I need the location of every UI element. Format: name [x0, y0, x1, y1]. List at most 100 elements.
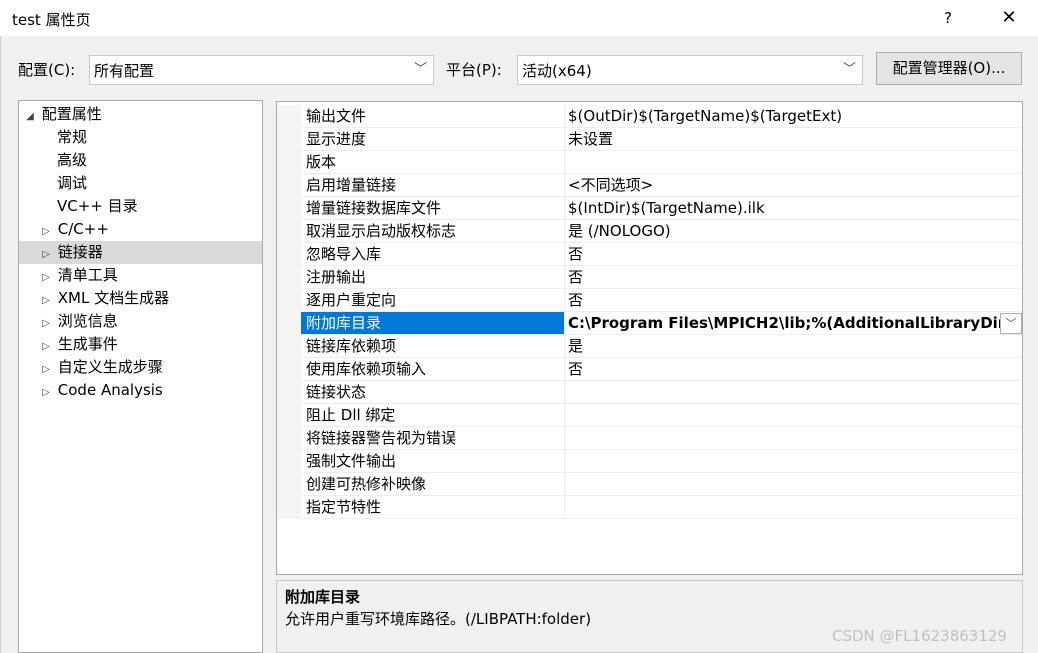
tree-item-browse-info[interactable]: ▷ 浏览信息: [19, 310, 262, 333]
property-row[interactable]: 链接状态: [277, 381, 1022, 404]
property-name: 阻止 Dll 绑定: [301, 404, 565, 427]
property-value[interactable]: [565, 473, 1022, 496]
window-title: test 属性页: [12, 11, 91, 29]
config-select[interactable]: 所有配置 ﹀: [89, 55, 434, 85]
tree-item-label: Code Analysis: [57, 381, 163, 399]
tree-item-label: 高级: [57, 151, 88, 169]
chevron-down-icon: ﹀: [413, 62, 427, 77]
description-text: 允许用户重写环境库路径。(/LIBPATH:folder): [285, 610, 592, 628]
property-name: 链接库依赖项: [301, 335, 565, 358]
watermark: CSDN @FL1623863129: [832, 627, 1007, 645]
property-name: 强制文件输出: [301, 450, 565, 473]
property-row[interactable]: 创建可热修补映像: [277, 473, 1022, 496]
property-row[interactable]: 启用增量链接 <不同选项>: [277, 174, 1022, 197]
chevron-down-icon: ﹀: [842, 62, 856, 77]
close-icon[interactable]: ✕: [996, 7, 1022, 31]
tree-item-build-events[interactable]: ▷ 生成事件: [19, 333, 262, 356]
property-value[interactable]: 否: [565, 243, 1022, 266]
property-value[interactable]: C:\Program Files\MPICH2\lib;%(Additional…: [565, 312, 1022, 335]
property-value[interactable]: [565, 381, 1022, 404]
property-value[interactable]: [565, 496, 1022, 519]
expand-icon[interactable]: ▷: [39, 335, 53, 358]
tree-item-code-analysis[interactable]: ▷ Code Analysis: [19, 379, 262, 402]
platform-select-value: 活动(x64): [522, 62, 592, 80]
property-value[interactable]: $(OutDir)$(TargetName)$(TargetExt): [565, 105, 1022, 128]
tree-item-general[interactable]: 常规: [19, 126, 262, 149]
property-row-selected[interactable]: 附加库目录 C:\Program Files\MPICH2\lib;%(Addi…: [277, 312, 1022, 335]
property-row[interactable]: 将链接器警告视为错误: [277, 427, 1022, 450]
tree-item-label: 常规: [57, 128, 88, 146]
property-row[interactable]: 输出文件 $(OutDir)$(TargetName)$(TargetExt): [277, 105, 1022, 128]
property-name: 版本: [301, 151, 565, 174]
property-row[interactable]: 逐用户重定向 否: [277, 289, 1022, 312]
property-row[interactable]: 增量链接数据库文件 $(IntDir)$(TargetName).ilk: [277, 197, 1022, 220]
property-name: 注册输出: [301, 266, 565, 289]
platform-label: 平台(P):: [446, 61, 502, 79]
property-name: 逐用户重定向: [301, 289, 565, 312]
tree-item-label: 生成事件: [57, 335, 118, 353]
property-value[interactable]: <不同选项>: [565, 174, 1022, 197]
property-value[interactable]: 是 (/NOLOGO): [565, 220, 1022, 243]
property-value[interactable]: [565, 450, 1022, 473]
config-select-value: 所有配置: [94, 62, 155, 80]
tree-item-advanced[interactable]: 高级: [19, 149, 262, 172]
expand-icon[interactable]: ▷: [39, 289, 53, 312]
property-row[interactable]: 注册输出 否: [277, 266, 1022, 289]
expand-icon[interactable]: ▷: [39, 243, 53, 266]
platform-select[interactable]: 活动(x64) ﹀: [517, 55, 863, 85]
property-row[interactable]: 忽略导入库 否: [277, 243, 1022, 266]
property-grid: 输出文件 $(OutDir)$(TargetName)$(TargetExt) …: [276, 101, 1023, 575]
expand-icon[interactable]: ▷: [39, 312, 53, 335]
property-row[interactable]: 强制文件输出: [277, 450, 1022, 473]
tree-item-label: 自定义生成步骤: [57, 358, 163, 376]
property-row[interactable]: 指定节特性: [277, 496, 1022, 519]
property-name: 显示进度: [301, 128, 565, 151]
config-label: 配置(C):: [18, 61, 76, 79]
property-row[interactable]: 显示进度 未设置: [277, 128, 1022, 151]
property-row[interactable]: 使用库依赖项输入 否: [277, 358, 1022, 381]
tree-item-label: XML 文档生成器: [57, 289, 170, 307]
property-value[interactable]: 否: [565, 289, 1022, 312]
property-name: 使用库依赖项输入: [301, 358, 565, 381]
expand-icon[interactable]: ▷: [39, 381, 53, 404]
property-value[interactable]: 否: [565, 266, 1022, 289]
tree-item-debugging[interactable]: 调试: [19, 172, 262, 195]
tree-item-label: 链接器: [57, 243, 103, 261]
tree-item-label: VC++ 目录: [57, 197, 138, 215]
tree-item-manifest-tool[interactable]: ▷ 清单工具: [19, 264, 262, 287]
collapse-icon[interactable]: ◢: [23, 105, 37, 128]
property-name: 输出文件: [301, 105, 565, 128]
property-name: 启用增量链接: [301, 174, 565, 197]
expand-icon[interactable]: ▷: [39, 220, 53, 243]
chevron-down-icon[interactable]: ﹀: [1000, 313, 1022, 334]
expand-icon[interactable]: ▷: [39, 358, 53, 381]
tree-item-linker[interactable]: ▷ 链接器: [19, 241, 262, 264]
tree-item-config-properties[interactable]: ◢ 配置属性: [19, 103, 262, 126]
property-value[interactable]: [565, 151, 1022, 174]
property-row[interactable]: 链接库依赖项 是: [277, 335, 1022, 358]
help-button[interactable]: ?: [936, 7, 960, 31]
config-manager-button[interactable]: 配置管理器(O)...: [876, 52, 1022, 85]
property-row[interactable]: 阻止 Dll 绑定: [277, 404, 1022, 427]
category-tree: ◢ 配置属性 常规 高级 调试 VC++ 目录 ▷ C/C++ ▷ 链接器 ▷ …: [18, 100, 263, 653]
property-name: 指定节特性: [301, 496, 565, 519]
property-row[interactable]: 取消显示启动版权标志 是 (/NOLOGO): [277, 220, 1022, 243]
property-row[interactable]: 版本: [277, 151, 1022, 174]
description-title: 附加库目录: [285, 588, 361, 606]
property-value[interactable]: 未设置: [565, 128, 1022, 151]
property-value[interactable]: $(IntDir)$(TargetName).ilk: [565, 197, 1022, 220]
property-value[interactable]: 否: [565, 358, 1022, 381]
tree-item-custom-build-step[interactable]: ▷ 自定义生成步骤: [19, 356, 262, 379]
tree-item-vc-directories[interactable]: VC++ 目录: [19, 195, 262, 218]
property-name: 增量链接数据库文件: [301, 197, 565, 220]
tree-item-xml-doc-generator[interactable]: ▷ XML 文档生成器: [19, 287, 262, 310]
expand-icon[interactable]: ▷: [39, 266, 53, 289]
property-value[interactable]: [565, 427, 1022, 450]
property-name: 取消显示启动版权标志: [301, 220, 565, 243]
property-value[interactable]: [565, 404, 1022, 427]
tree-item-label: 浏览信息: [57, 312, 118, 330]
property-value[interactable]: 是: [565, 335, 1022, 358]
property-name: 附加库目录: [301, 312, 565, 335]
tree-item-c-cpp[interactable]: ▷ C/C++: [19, 218, 262, 241]
property-name: 创建可热修补映像: [301, 473, 565, 496]
